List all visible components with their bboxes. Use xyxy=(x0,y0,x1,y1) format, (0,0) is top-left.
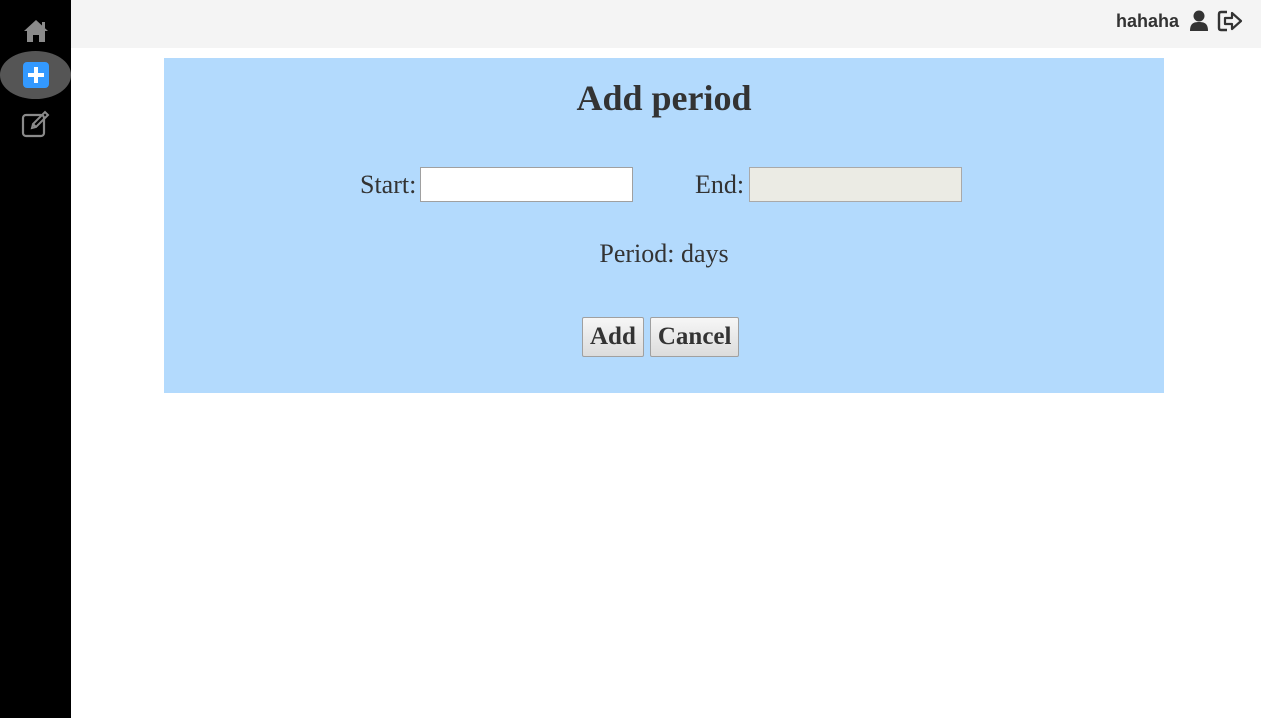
plus-square-icon xyxy=(22,62,49,88)
edit-icon xyxy=(21,110,49,138)
top-bar: hahaha xyxy=(71,0,1261,48)
home-icon xyxy=(23,20,48,42)
sidebar xyxy=(0,0,71,718)
start-label: Start: xyxy=(360,170,417,199)
end-label: End: xyxy=(695,170,745,199)
period-summary: Period: days xyxy=(599,239,729,268)
end-input[interactable] xyxy=(749,167,962,202)
username: hahaha xyxy=(1115,10,1179,31)
form-actions: Add Cancel xyxy=(582,317,740,357)
page-title: Add period xyxy=(576,78,752,118)
date-fields: Start: End: xyxy=(164,167,1164,203)
sidebar-item-edit[interactable] xyxy=(0,100,71,148)
start-input[interactable] xyxy=(420,167,633,202)
add-period-panel: Add period Start: End: Period: days Add … xyxy=(164,58,1164,393)
cancel-button[interactable]: Cancel xyxy=(649,317,740,357)
sign-out-icon[interactable] xyxy=(1217,10,1243,32)
user-icon[interactable] xyxy=(1189,10,1209,32)
add-button[interactable]: Add xyxy=(582,317,644,357)
sidebar-item-home[interactable] xyxy=(0,7,71,55)
user-area: hahaha xyxy=(1116,10,1243,32)
sidebar-item-add[interactable] xyxy=(0,51,71,99)
